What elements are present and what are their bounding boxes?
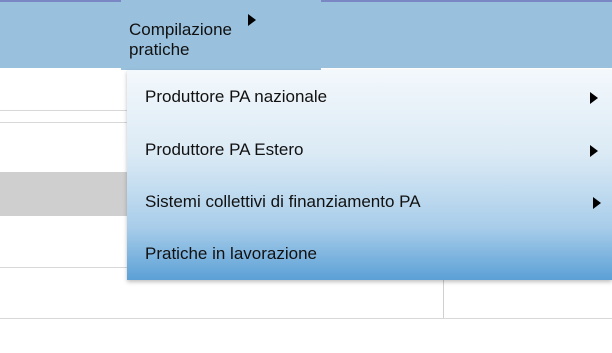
triangle-right-icon <box>593 197 601 209</box>
submenu-item-label: Produttore PA Estero <box>145 140 304 159</box>
submenu-item-sistemi-collettivi[interactable]: Sistemi collettivi di finanziamento PA <box>127 177 612 227</box>
submenu-item-produttore-pa-estero[interactable]: Produttore PA Estero <box>127 125 612 175</box>
menubar: Compilazione pratiche <box>0 0 612 70</box>
triangle-right-icon <box>248 14 256 26</box>
submenu-item-label: Pratiche in lavorazione <box>145 244 317 263</box>
submenu-item-pratiche-in-lavorazione[interactable]: Pratiche in lavorazione <box>127 229 612 279</box>
submenu-compilazione-pratiche: Produttore PA nazionale Produttore PA Es… <box>127 70 612 280</box>
menu-item-label: Compilazione pratiche <box>129 20 232 59</box>
table-row-divider <box>0 318 612 319</box>
triangle-right-icon <box>590 145 598 157</box>
submenu-item-produttore-pa-nazionale[interactable]: Produttore PA nazionale <box>127 72 612 122</box>
submenu-item-label: Produttore PA nazionale <box>145 87 328 106</box>
submenu-item-label: Sistemi collettivi di finanziamento PA <box>145 192 421 211</box>
triangle-right-icon <box>590 92 598 104</box>
menu-compilazione-pratiche[interactable]: Compilazione pratiche <box>121 0 321 70</box>
app-window: tt Compilazione pratiche Produttore PA n… <box>0 0 612 353</box>
